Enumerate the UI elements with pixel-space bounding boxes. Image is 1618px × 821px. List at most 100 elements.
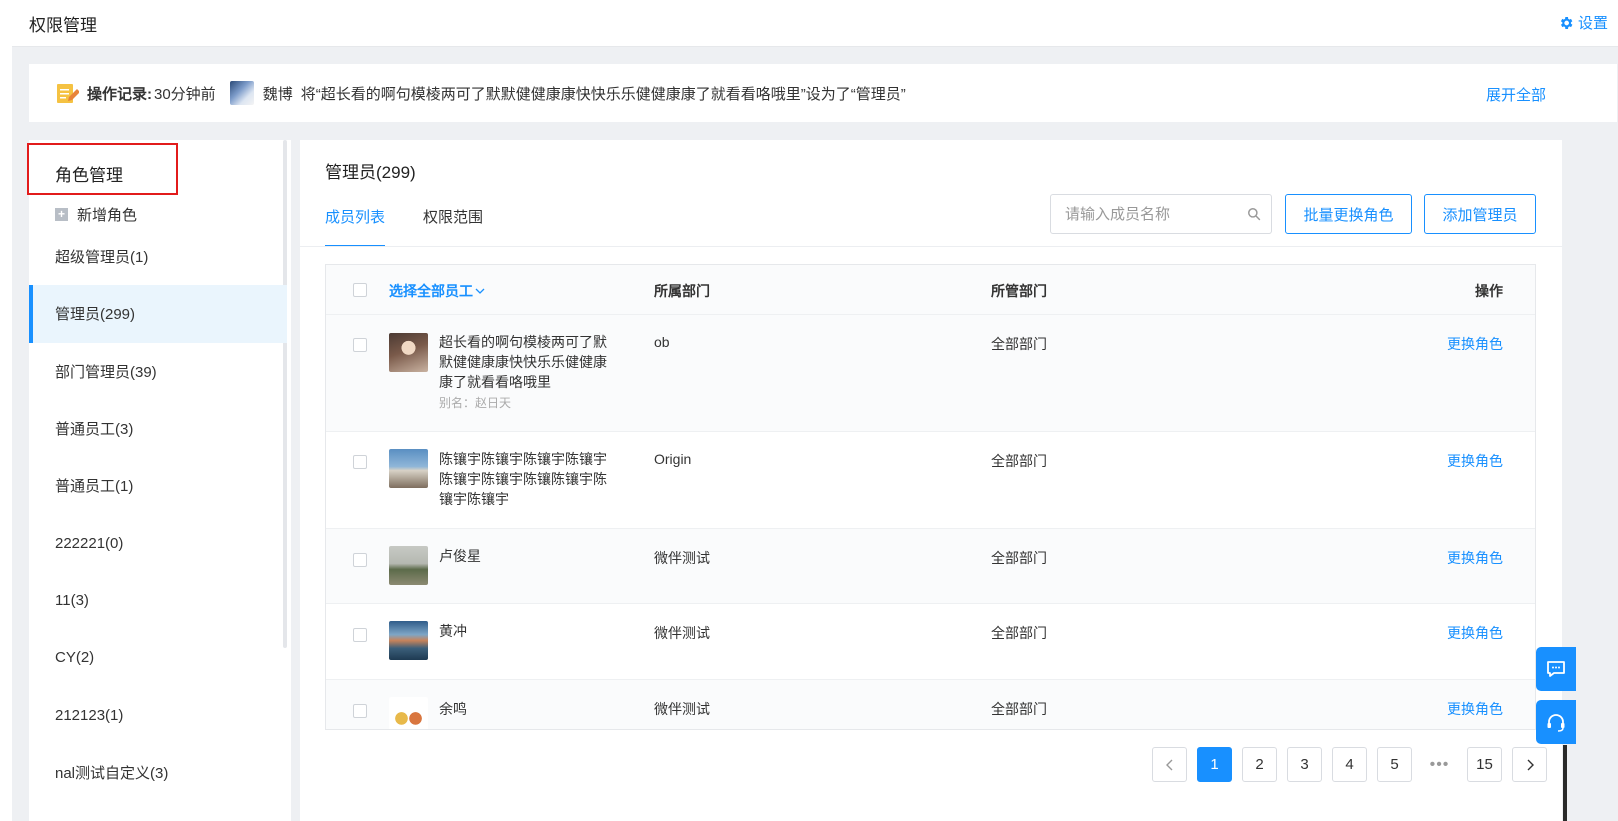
col-header-managed: 所管部门 — [991, 283, 1047, 299]
table-row: 黄冲 微伴测试 全部部门 更换角色 — [326, 604, 1535, 680]
managed-cell: 全部部门 — [991, 453, 1047, 469]
dept-cell: Origin — [654, 451, 692, 467]
support-float-button[interactable] — [1536, 700, 1576, 744]
add-role-label: 新增角色 — [77, 207, 138, 224]
log-time: 30分钟前 — [154, 85, 216, 103]
avatar — [389, 697, 428, 729]
managed-cell: 全部部门 — [991, 701, 1047, 717]
change-role-link[interactable]: 更换角色 — [1447, 623, 1503, 643]
settings-button[interactable]: 设置 — [1558, 12, 1608, 33]
member-search[interactable] — [1050, 194, 1272, 234]
role-title: 管理员(299) — [325, 163, 416, 182]
log-user-avatar — [229, 81, 254, 105]
role-sidebar: 角色管理 + 新增角色 超级管理员(1) 管理员(299) 部门管理员(39) … — [27, 140, 291, 821]
dept-cell: 微伴测试 — [654, 625, 710, 641]
table-row: 余鸣 微伴测试 全部部门 更换角色 — [326, 680, 1535, 729]
change-role-link[interactable]: 更换角色 — [1447, 334, 1503, 354]
role-item-employee-b[interactable]: 普通员工(1) — [29, 457, 287, 514]
role-item-employee-a[interactable]: 普通员工(3) — [29, 400, 287, 457]
member-table: 选择全部员工 所属部门 所管部门 操作 超长看的啊句模棱两可了默默健健康康快快乐… — [325, 264, 1536, 730]
notepad-pencil-icon — [57, 84, 79, 103]
dept-cell: ob — [654, 334, 670, 350]
row-checkbox[interactable] — [353, 704, 367, 718]
member-name: 余鸣 — [439, 701, 467, 717]
row-checkbox[interactable] — [353, 455, 367, 469]
search-icon — [1248, 208, 1261, 221]
avatar — [389, 621, 428, 660]
page-button-2[interactable]: 2 — [1242, 747, 1277, 782]
member-alias: 别名：赵日天 — [439, 396, 512, 410]
role-item-nal-custom[interactable]: nal测试自定义(3) — [29, 744, 287, 801]
managed-cell: 全部部门 — [991, 625, 1047, 641]
member-name-cell: 黄冲 — [439, 621, 614, 641]
managed-cell: 全部部门 — [991, 336, 1047, 352]
expand-all-link[interactable]: 展开全部 — [1486, 84, 1546, 105]
settings-label: 设置 — [1577, 15, 1608, 32]
headset-icon — [1547, 714, 1565, 732]
role-item-dept-admin[interactable]: 部门管理员(39) — [29, 343, 287, 400]
role-item-11[interactable]: 11(3) — [29, 572, 287, 629]
page-button-1[interactable]: 1 — [1197, 747, 1232, 782]
select-all-label: 选择全部员工 — [389, 283, 473, 299]
prev-page-button[interactable] — [1152, 747, 1187, 782]
next-page-button[interactable] — [1512, 747, 1547, 782]
row-checkbox[interactable] — [353, 628, 367, 642]
change-role-link[interactable]: 更换角色 — [1447, 548, 1503, 568]
page-button-last[interactable]: 15 — [1467, 747, 1502, 782]
managed-cell: 全部部门 — [991, 550, 1047, 566]
avatar — [389, 546, 428, 585]
log-label: 操作记录: — [87, 85, 152, 103]
tab-divider — [300, 246, 1562, 247]
select-all-checkbox[interactable] — [353, 283, 367, 297]
member-name: 卢俊星 — [439, 548, 481, 564]
role-item-super-admin[interactable]: 超级管理员(1) — [29, 228, 287, 285]
tab-bar: 成员列表 权限范围 — [325, 206, 483, 247]
tab-member-list[interactable]: 成员列表 — [325, 206, 386, 247]
table-row: 陈镶宇陈镶宇陈镶宇陈镶宇陈镶宇陈镶宇陈镶陈镶宇陈镶宇陈镶宇 Origin 全部部… — [326, 432, 1535, 529]
change-role-link[interactable]: 更换角色 — [1447, 699, 1503, 719]
member-name-cell: 陈镶宇陈镶宇陈镶宇陈镶宇陈镶宇陈镶宇陈镶陈镶宇陈镶宇陈镶宇 — [439, 449, 614, 509]
role-item-222221[interactable]: 222221(0) — [29, 514, 287, 571]
select-all-dropdown[interactable]: 选择全部员工 — [389, 281, 485, 301]
role-list: 超级管理员(1) 管理员(299) 部门管理员(39) 普通员工(3) 普通员工… — [29, 228, 287, 801]
page-ellipsis[interactable]: ••• — [1422, 756, 1457, 774]
member-name: 黄冲 — [439, 623, 467, 639]
col-header-action: 操作 — [1475, 283, 1503, 299]
member-search-input[interactable] — [1065, 205, 1247, 223]
page-button-5[interactable]: 5 — [1377, 747, 1412, 782]
tab-permission-scope[interactable]: 权限范围 — [423, 206, 483, 247]
row-checkbox[interactable] — [353, 338, 367, 352]
table-row: 超长看的啊句模棱两可了默默健健康康快快乐乐健健康康了就看看咯哦里 别名：赵日天 … — [326, 315, 1535, 432]
dept-cell: 微伴测试 — [654, 701, 710, 717]
member-name-cell: 卢俊星 — [439, 546, 614, 566]
dept-cell: 微伴测试 — [654, 550, 710, 566]
main-panel: 管理员(299) 成员列表 权限范围 批量更换角色 添加管理员 选择全部员工 所… — [300, 140, 1562, 821]
row-checkbox[interactable] — [353, 553, 367, 567]
role-item-212123[interactable]: 212123(1) — [29, 686, 287, 743]
left-edge-strip — [0, 0, 12, 821]
pagination: 1 2 3 4 5 ••• 15 — [1152, 747, 1547, 782]
role-item-admin[interactable]: 管理员(299) — [29, 285, 287, 343]
batch-change-role-button[interactable]: 批量更换角色 — [1285, 194, 1412, 234]
member-name: 超长看的啊句模棱两可了默默健健康康快快乐乐健健康康了就看看咯哦里 — [439, 334, 607, 390]
chevron-down-icon — [475, 288, 485, 294]
role-management-heading: 角色管理 — [55, 166, 123, 185]
avatar — [389, 333, 428, 372]
chat-bubble-icon — [1547, 661, 1565, 677]
page-title: 权限管理 — [29, 16, 97, 35]
col-header-dept: 所属部门 — [654, 283, 710, 299]
change-role-link[interactable]: 更换角色 — [1447, 451, 1503, 471]
role-item-cy[interactable]: CY(2) — [29, 629, 287, 686]
add-admin-button[interactable]: 添加管理员 — [1424, 194, 1536, 234]
plus-icon: + — [55, 208, 68, 221]
chevron-right-icon — [1527, 759, 1534, 770]
add-role-button[interactable]: + 新增角色 — [55, 204, 137, 225]
chat-float-button[interactable] — [1536, 647, 1576, 691]
page-button-3[interactable]: 3 — [1287, 747, 1322, 782]
page-button-4[interactable]: 4 — [1332, 747, 1367, 782]
table-header: 选择全部员工 所属部门 所管部门 操作 — [326, 265, 1535, 315]
table-row: 卢俊星 微伴测试 全部部门 更换角色 — [326, 529, 1535, 604]
gear-icon — [1560, 16, 1573, 29]
operation-log-bar: 操作记录: 30分钟前 魏博 将“超长看的啊句模棱两可了默默健健康康快快乐乐健健… — [29, 64, 1617, 122]
chevron-left-icon — [1165, 759, 1172, 770]
